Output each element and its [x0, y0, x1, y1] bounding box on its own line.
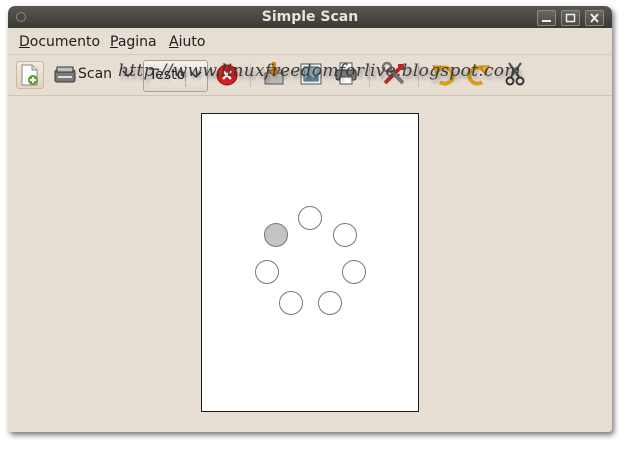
maximize-icon [565, 13, 576, 23]
maximize-button[interactable] [561, 10, 580, 26]
scan-page-preview[interactable] [201, 113, 419, 412]
document-view[interactable] [8, 95, 612, 432]
menu-documento[interactable]: Documento [19, 34, 100, 50]
menu-pagina[interactable]: Pagina [110, 34, 157, 50]
close-icon [590, 13, 599, 23]
menu-aiuto[interactable]: Aiuto [169, 34, 205, 50]
loading-spinner-icon [255, 206, 366, 315]
minimize-button[interactable] [537, 10, 556, 26]
scan-label: Scan [78, 66, 113, 82]
scanner-icon [54, 66, 76, 83]
title-bar[interactable]: Simple Scan [8, 6, 612, 28]
new-document-icon [21, 64, 38, 86]
menu-bar: Documento Pagina Aiuto [8, 28, 612, 54]
watermark-text: http://www.linuxfreedomforlive.blogspot.… [118, 61, 521, 81]
window-title: Simple Scan [261, 9, 359, 25]
minimize-icon [542, 20, 551, 22]
close-button[interactable] [585, 10, 604, 26]
new-document-button[interactable] [16, 61, 44, 89]
